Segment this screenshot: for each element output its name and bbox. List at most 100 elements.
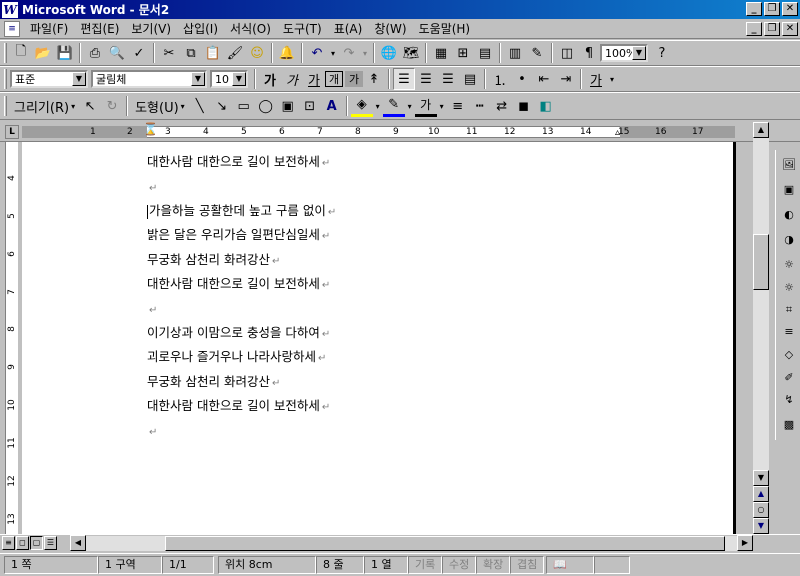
select-objects-icon[interactable]: ↖ [79, 95, 101, 117]
increase-indent-icon[interactable]: ⇥ [555, 68, 577, 90]
document-line[interactable]: 대한사람 대한으로 길이 보전하세 ↵ [147, 272, 330, 296]
undo-icon[interactable]: ↶ [306, 42, 328, 64]
restore-button[interactable]: ❐ [764, 2, 780, 16]
vertical-scrollbar[interactable]: ▲ ▼ ▲ ○ ▼ [753, 122, 769, 534]
brightness-down-icon[interactable]: ☼ [779, 278, 799, 298]
document-line[interactable]: 무궁화 삼천리 화려강산 ↵ [147, 370, 280, 394]
bullets-icon[interactable]: • [511, 68, 533, 90]
format-picture-icon[interactable]: ◇ [779, 345, 799, 365]
distributed-align-icon[interactable]: ▤ [459, 68, 481, 90]
right-indent-marker[interactable]: ▵ [615, 128, 620, 138]
decrease-indent-icon[interactable]: ⇤ [533, 68, 555, 90]
shadow-icon[interactable]: ◼ [513, 95, 535, 117]
oval-icon[interactable]: ◯ [255, 95, 277, 117]
phonetic-guide-icon[interactable]: ↟ [363, 68, 385, 90]
document-line[interactable]: ↵ [147, 419, 157, 443]
scroll-up-arrow-icon[interactable]: ▲ [753, 122, 769, 138]
previous-page-icon[interactable]: ▲ [753, 486, 769, 502]
document-map-icon[interactable]: ◫ [556, 42, 578, 64]
3d-icon[interactable]: ◧ [535, 95, 557, 117]
insert-table-icon[interactable]: ⊞ [452, 42, 474, 64]
menu-help[interactable]: 도움말(H) [413, 20, 477, 38]
menu-insert[interactable]: 삽입(I) [177, 20, 224, 38]
char-border-button[interactable]: 개 [325, 71, 343, 87]
menu-format[interactable]: 서식(O) [224, 20, 277, 38]
rectangle-icon[interactable]: ▭ [233, 95, 255, 117]
horizontal-ruler[interactable]: L 1 2 3 4 5 6 7 8 9 10 11 12 13 14 15 16… [0, 122, 800, 142]
bold-button[interactable]: 가 [259, 68, 281, 90]
document-line[interactable]: 밝은 달은 우리가슴 일편단심일세 ↵ [147, 223, 330, 247]
chevron-down-icon[interactable]: ▼ [72, 72, 86, 86]
menu-window[interactable]: 창(W) [368, 20, 412, 38]
status-ext[interactable]: 확장 [476, 556, 510, 574]
align-center-icon[interactable]: ☰ [415, 68, 437, 90]
text-wrap-icon[interactable]: ▩ [779, 415, 799, 435]
font-color-dropdown-icon[interactable]: ▾ [607, 68, 617, 90]
spelling-icon[interactable]: ✓ [128, 42, 150, 64]
contrast-up-icon[interactable]: ◐ [779, 205, 799, 225]
minimize-button[interactable]: _ [746, 2, 762, 16]
fill-color-icon[interactable]: ◈ [350, 95, 373, 117]
line-color-dropdown-icon[interactable]: ▾ [405, 95, 415, 117]
document-line[interactable]: 대한사람 대한으로 길이 보전하세 ↵ [147, 394, 330, 418]
doc-restore-button[interactable]: ❐ [764, 22, 780, 36]
wordart-a-icon[interactable]: A [321, 95, 343, 117]
chevron-down-icon[interactable]: ▼ [191, 72, 205, 86]
document-line[interactable]: ↵ [147, 297, 157, 321]
close-button[interactable]: ✕ [782, 2, 798, 16]
zoom-select[interactable]: 100% ▼ [600, 44, 648, 62]
document-line[interactable]: 이기상과 이맘으로 충성을 다하여 ↵ [147, 321, 330, 345]
print-icon[interactable]: ⎙ [84, 42, 106, 64]
char-shading-button[interactable]: 가 [345, 71, 363, 87]
insert-wordart-icon[interactable]: ⊡ [299, 95, 321, 117]
redo-dropdown-icon[interactable]: ▾ [360, 42, 370, 64]
font-color-drawing-dropdown-icon[interactable]: ▾ [437, 95, 447, 117]
chevron-down-icon[interactable]: ▼ [632, 46, 646, 60]
redo-icon[interactable]: ↷ [338, 42, 360, 64]
document-page[interactable]: 대한사람 대한으로 길이 보전하세 ↵ ↵ 가을하늘 공활한데 높고 구름 없이 ↵… [22, 142, 736, 534]
chevron-down-icon[interactable]: ▼ [232, 72, 246, 86]
first-line-indent-marker[interactable]: ⌛ [143, 123, 158, 135]
toolbar-grip[interactable] [4, 69, 7, 89]
doc-close-button[interactable]: ✕ [782, 22, 798, 36]
picture-icon[interactable]: 🖼 [779, 155, 799, 175]
insert-hyperlink-icon[interactable]: 🌐 [378, 42, 400, 64]
underline-button[interactable]: 가 [303, 68, 325, 90]
show-hide-icon[interactable]: ¶ [578, 42, 600, 64]
undo-dropdown-icon[interactable]: ▾ [328, 42, 338, 64]
menu-file[interactable]: 파일(F) [24, 20, 74, 38]
arrow-style-icon[interactable]: ⇄ [491, 95, 513, 117]
format-painter-icon[interactable]: 🖌 [224, 42, 246, 64]
line-color-icon[interactable]: ✎ [382, 95, 405, 117]
line-style-icon[interactable]: ≡ [447, 95, 469, 117]
web-layout-view-icon[interactable]: ◻ [16, 536, 29, 550]
font-color-drawing-icon[interactable]: 가 [414, 95, 437, 117]
crop-icon[interactable]: ⌗ [779, 300, 799, 320]
select-browse-object-icon[interactable]: ○ [753, 502, 769, 518]
help-icon[interactable]: ? [651, 42, 673, 64]
toolbar-grip[interactable] [4, 43, 7, 63]
tab-selector[interactable]: L [5, 125, 19, 139]
draw-menu-button[interactable]: 그리기(R) ▾ [10, 95, 79, 117]
tables-borders-icon[interactable]: ▦ [430, 42, 452, 64]
document-line[interactable]: ↵ [147, 175, 157, 199]
menu-edit[interactable]: 편집(E) [74, 20, 125, 38]
line-style-vertical-icon[interactable]: ≡ [779, 322, 799, 342]
cut-icon[interactable]: ✂ [158, 42, 180, 64]
brightness-up-icon[interactable]: ☼ [779, 255, 799, 275]
vertical-ruler[interactable]: 4 5 6 7 8 9 10 11 12 13 [0, 142, 22, 534]
bell-icon[interactable]: 🔔 [276, 42, 298, 64]
columns-icon[interactable]: ▥ [504, 42, 526, 64]
dash-style-icon[interactable]: ┅ [469, 95, 491, 117]
set-transparent-icon[interactable]: ✐ [779, 368, 799, 388]
text-box-icon[interactable]: ▣ [277, 95, 299, 117]
document-line[interactable]: 대한사람 대한으로 길이 보전하세 ↵ [147, 150, 330, 174]
align-right-icon[interactable]: ☰ [437, 68, 459, 90]
outline-view-icon[interactable]: ☰ [44, 536, 57, 550]
numbering-icon[interactable]: ⒈ [489, 68, 511, 90]
document-line[interactable]: 괴로우나 즐거우나 나라사랑하세 ↵ [147, 345, 326, 369]
print-layout-view-icon[interactable]: ▢ [30, 536, 43, 550]
document-icon[interactable]: ≡ [4, 20, 20, 37]
menu-table[interactable]: 표(A) [328, 20, 369, 38]
style-select[interactable]: 표준 ▼ [10, 70, 88, 88]
